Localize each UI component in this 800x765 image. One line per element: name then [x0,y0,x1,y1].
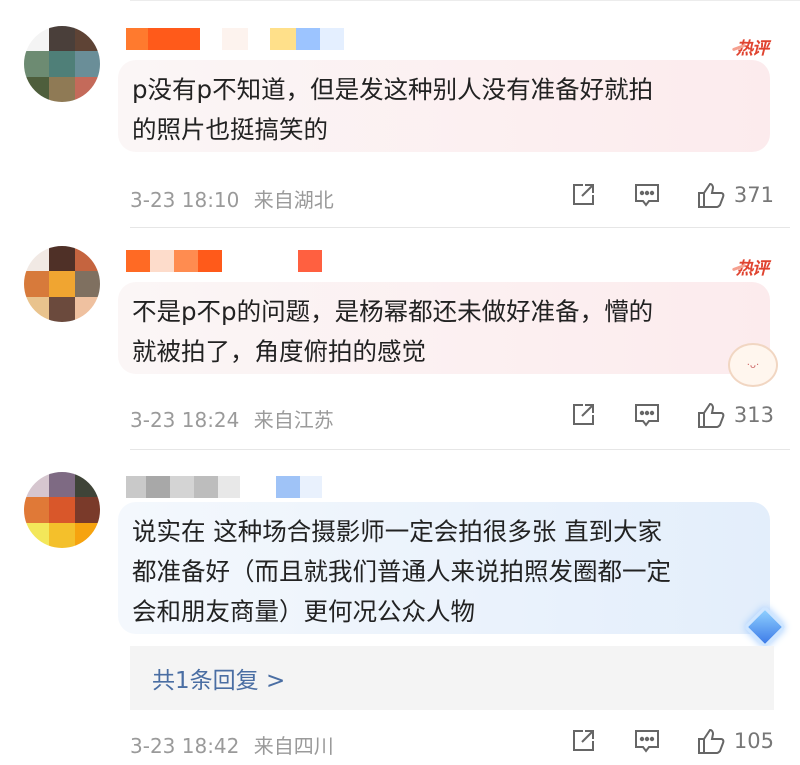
like-button[interactable]: 313 [696,401,774,429]
comment-time: 3-23 18:10 [130,188,240,212]
comment-location: 来自四川 [253,734,334,758]
comment-time: 3-23 18:42 [130,734,240,758]
share-icon[interactable] [568,180,598,210]
comment-divider [130,449,790,450]
comment-meta: 3-23 18:42 来自四川 [130,730,334,759]
thumbs-up-icon [697,402,725,428]
like-count: 105 [733,729,774,753]
avatar[interactable] [24,246,100,322]
comment-icon[interactable] [632,180,662,210]
hot-comment-badge: 热评 [736,254,769,279]
comment-icon[interactable] [632,726,662,756]
comment-meta: 3-23 18:10 来自湖北 [130,184,334,213]
hot-comment-badge: 热评 [736,34,769,59]
comment-actions: 105 [568,726,774,756]
view-replies-label: 共1条回复 > [152,668,286,694]
comment-location: 来自江苏 [253,408,334,432]
like-count: 371 [733,183,774,207]
comment-bubble: p没有p不知道，但是发这种别人没有准备好就拍 的照片也挺搞笑的 [118,60,770,152]
username-redacted[interactable] [126,28,344,50]
comment-text: 不是p不p的问题，是杨幂都还未做好准备，懵的 就被拍了，角度俯拍的感觉 [132,297,654,366]
top-divider [130,0,800,1]
comment-bubble: 说实在 这种场合摄影师一定会拍很多张 直到大家 都准备好（而且就我们普通人来说拍… [118,502,770,634]
view-replies-button[interactable]: 共1条回复 > [130,646,774,710]
avatar[interactable] [24,472,100,548]
comment-text: p没有p不知道，但是发这种别人没有准备好就拍 的照片也挺搞笑的 [132,75,654,144]
like-count: 313 [733,403,774,427]
comment-divider [130,227,790,228]
comment-bubble: 不是p不p的问题，是杨幂都还未做好准备，懵的 就被拍了，角度俯拍的感觉 [118,282,770,374]
comment-icon[interactable] [632,400,662,430]
comment-meta: 3-23 18:24 来自江苏 [130,404,334,433]
thumbs-up-icon [697,182,725,208]
username-redacted[interactable] [126,250,322,272]
comment-location: 来自湖北 [253,188,334,212]
share-icon[interactable] [568,726,598,756]
share-icon[interactable] [568,400,598,430]
decoration-sticker-icon: ·ᴗ· [728,343,778,387]
comment-text: 说实在 这种场合摄影师一定会拍很多张 直到大家 都准备好（而且就我们普通人来说拍… [132,517,671,626]
like-button[interactable]: 105 [696,727,774,755]
username-redacted[interactable] [126,476,322,498]
avatar[interactable] [24,26,100,102]
comment-actions: 313 [568,400,774,430]
like-button[interactable]: 371 [696,181,774,209]
comment-time: 3-23 18:24 [130,408,240,432]
thumbs-up-icon [697,728,725,754]
comment-actions: 371 [568,180,774,210]
